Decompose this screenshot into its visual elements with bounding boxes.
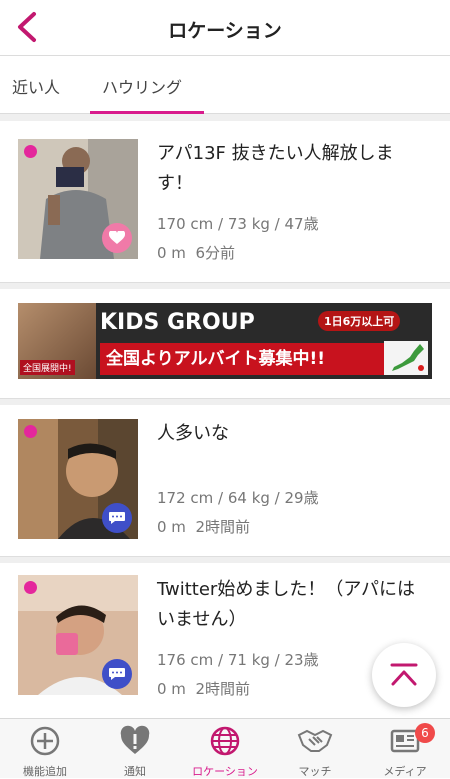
tabbar-label: ロケーション [192, 765, 258, 778]
ad-banner[interactable]: 全国展開中! KIDS GROUP 1日6万以上可 全国よりアルバイト募集中!! [0, 289, 450, 399]
post-time: 2時間前 [195, 680, 251, 698]
ad-pill: 1日6万以上可 [318, 311, 401, 331]
post-stats: 172 cm / 64 kg / 29歳 [157, 489, 319, 507]
tabbar-item-add-feature[interactable]: 機能追加 [0, 719, 90, 779]
chat-bubble-icon[interactable] [102, 503, 132, 533]
page-title: ロケーション [168, 20, 282, 42]
post-card[interactable]: 人多いな 172 cm / 64 kg / 29歳 0 m 2時間前 [0, 405, 450, 557]
post-distance-time: 0 m 2時間前 [157, 516, 250, 537]
heart-alert-icon [120, 725, 150, 754]
media-badge-count: 6 [415, 723, 435, 743]
segment-tabs: 近い人 ハウリング [0, 56, 450, 114]
tab-nearby[interactable]: 近い人 [12, 74, 60, 98]
post-time: 2時間前 [195, 518, 251, 536]
post-time: 6分前 [195, 244, 236, 262]
scroll-to-top-button[interactable] [372, 643, 436, 707]
plus-circle-icon [30, 726, 60, 756]
tabbar-label: 通知 [124, 765, 146, 778]
avatar[interactable] [18, 419, 138, 539]
chat-bubble-icon[interactable] [102, 659, 132, 689]
post-distance-time: 0 m 6分前 [157, 242, 235, 263]
ad-face-tag: 全国展開中! [20, 360, 75, 375]
post-stats: 170 cm / 73 kg / 47歳 [157, 215, 319, 233]
ad-brand: KIDS GROUP [100, 310, 255, 335]
japan-map-icon [384, 341, 428, 375]
post-distance: 0 m [157, 518, 186, 536]
tabbar-item-location[interactable]: ロケーション [180, 719, 270, 779]
arrow-up-icon [390, 663, 418, 686]
post-distance-time: 0 m 2時間前 [157, 678, 250, 699]
avatar[interactable] [18, 575, 138, 695]
tabbar-item-media[interactable]: 6 メディア [360, 719, 450, 779]
tabbar-item-notifications[interactable]: 通知 [90, 719, 180, 779]
ad-headline: 全国よりアルバイト募集中!! [100, 343, 390, 375]
post-message: アパ13F 抜きたい人解放します！ [157, 143, 394, 194]
avatar[interactable] [18, 139, 138, 259]
tabbar-item-match[interactable]: マッチ [270, 719, 360, 779]
post-message: Twitter始めました！（アパにはいません） [157, 579, 415, 630]
post-stats: 176 cm / 71 kg / 23歳 [157, 651, 319, 669]
ad-face: 全国展開中! [18, 303, 96, 379]
globe-icon [210, 726, 240, 756]
post-distance: 0 m [157, 680, 186, 698]
tabbar-label: メディア [383, 765, 427, 778]
handshake-icon [297, 729, 333, 752]
online-indicator [24, 425, 37, 438]
tabbar-label: マッチ [298, 765, 332, 778]
ad-image[interactable]: 全国展開中! KIDS GROUP 1日6万以上可 全国よりアルバイト募集中!! [18, 303, 432, 379]
post-card[interactable]: アパ13F 抜きたい人解放します！ 170 cm / 73 kg / 47歳 0… [0, 121, 450, 283]
online-indicator [24, 145, 37, 158]
tabbar-label: 機能追加 [23, 765, 67, 778]
nav-bar: ロケーション [0, 0, 450, 56]
post-message: 人多いな [157, 423, 229, 444]
separator [0, 114, 450, 121]
tab-howling[interactable]: ハウリング [102, 74, 182, 98]
online-indicator [24, 581, 37, 594]
heart-icon[interactable] [102, 223, 132, 253]
post-distance: 0 m [157, 244, 186, 262]
bottom-tab-bar: 機能追加 通知 ロケーション マッチ 6 メディア [0, 718, 450, 778]
